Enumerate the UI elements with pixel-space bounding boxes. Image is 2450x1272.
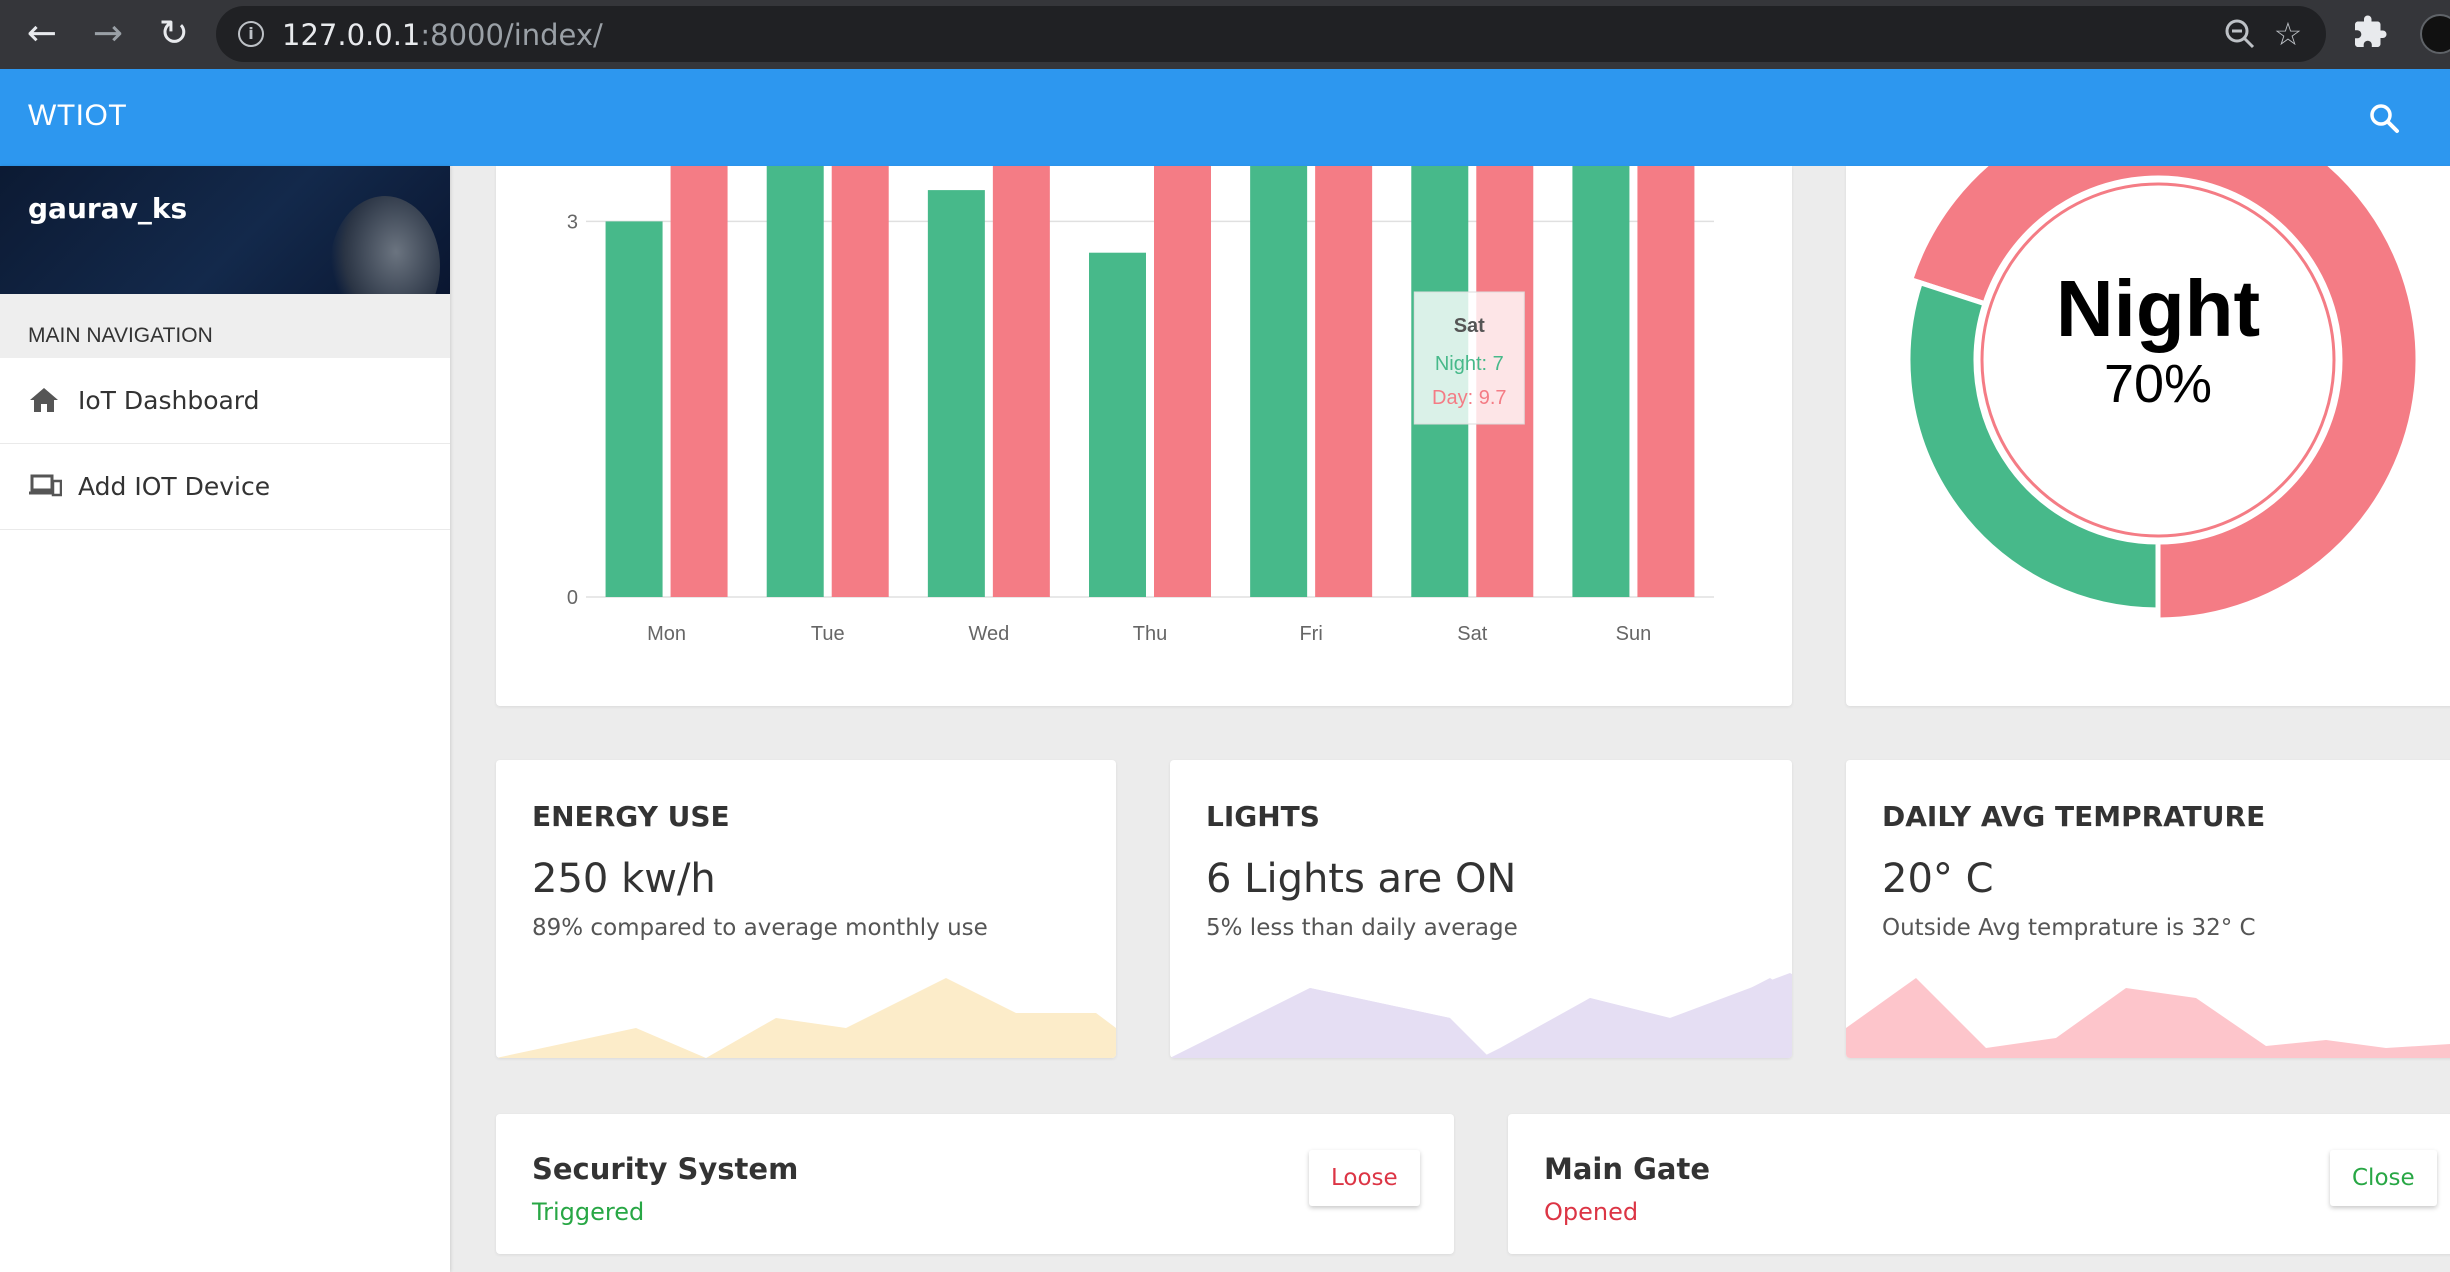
- info-icon[interactable]: i: [238, 21, 264, 47]
- sidebar-item-iot-dashboard[interactable]: IoT Dashboard: [0, 358, 450, 444]
- reload-icon[interactable]: ↻: [152, 12, 196, 56]
- x-tick-label: Tue: [811, 623, 845, 645]
- x-tick-label: Thu: [1133, 623, 1167, 645]
- control-title: Security System: [532, 1152, 799, 1186]
- x-tick-label: Mon: [647, 623, 686, 645]
- bar-night-thu[interactable]: [1089, 252, 1146, 597]
- nav-header: MAIN NAVIGATION: [0, 294, 450, 358]
- user-info-panel: gaurav_ks: [0, 166, 450, 294]
- extensions-icon[interactable]: [2350, 14, 2390, 54]
- user-name[interactable]: gaurav_ks: [28, 192, 187, 225]
- app-title[interactable]: WTIOT: [28, 99, 127, 133]
- energy-sparkline: [496, 978, 1116, 1058]
- bar-day-mon[interactable]: [670, 166, 728, 598]
- bar-day-fri[interactable]: [1315, 166, 1373, 597]
- stat-subtitle: 89% compared to average monthly use: [532, 915, 988, 941]
- stat-value: 250 kw/h: [532, 856, 716, 902]
- sidebar: gaurav_ks MAIN NAVIGATION IoT Dashboard …: [0, 166, 450, 1272]
- security-system-card: Security System Triggered Loose: [496, 1114, 1454, 1254]
- stat-title: ENERGY USE: [532, 800, 730, 833]
- chart-tooltip: Sat Night: 7 Day: 9.7: [1413, 291, 1525, 425]
- sidebar-item-add-iot-device[interactable]: Add IOT Device: [0, 444, 450, 530]
- doughnut-center-label: Night: [2056, 264, 2260, 353]
- bar-night-mon[interactable]: [605, 221, 663, 597]
- url-text: 127.0.0.1:8000/index/: [282, 18, 603, 52]
- x-tick-label: Sun: [1616, 623, 1652, 645]
- sidebar-item-label: Add IOT Device: [78, 472, 271, 501]
- star-icon[interactable]: ☆: [2270, 16, 2306, 52]
- tooltip-line: Day: 9.7: [1432, 387, 1506, 409]
- stat-value: 20° C: [1882, 856, 1994, 902]
- stat-title: LIGHTS: [1206, 800, 1320, 833]
- tooltip-line: Night: 7: [1435, 353, 1504, 375]
- bar-night-fri[interactable]: [1250, 166, 1308, 598]
- control-status: Triggered: [532, 1198, 645, 1226]
- day-night-bar-chart-card: 0369MonTueWedThuFriSatSunSatNight: 7Day:…: [496, 166, 1792, 706]
- devices-icon: [28, 472, 63, 500]
- doughnut-center-value: 70%: [2104, 354, 2212, 414]
- temperature-sparkline: [1846, 978, 2450, 1058]
- app-header: WTIOT: [0, 69, 2450, 166]
- lights-sparkline: [1170, 973, 1792, 1058]
- temperature-card: DAILY AVG TEMPRATURE 20° C Outside Avg t…: [1846, 760, 2450, 1058]
- zoom-icon[interactable]: [2222, 16, 2258, 52]
- forward-arrow-icon[interactable]: →: [86, 12, 130, 56]
- browser-toolbar: ← → ↻ i 127.0.0.1:8000/index/ ☆: [0, 0, 2450, 69]
- stat-value: 6 Lights are ON: [1206, 856, 1517, 902]
- profile-avatar[interactable]: [2420, 14, 2450, 54]
- bar-day-tue[interactable]: [831, 166, 889, 597]
- close-button[interactable]: Close: [2330, 1150, 2437, 1206]
- control-status: Opened: [1544, 1198, 1639, 1226]
- loose-button[interactable]: Loose: [1309, 1150, 1420, 1206]
- address-bar[interactable]: i 127.0.0.1:8000/index/ ☆: [216, 6, 2326, 62]
- x-tick-label: Fri: [1299, 623, 1322, 645]
- control-title: Main Gate: [1544, 1152, 1711, 1186]
- y-tick-label: 0: [567, 587, 578, 609]
- energy-use-card: ENERGY USE 250 kw/h 89% compared to aver…: [496, 760, 1116, 1058]
- back-arrow-icon[interactable]: ←: [20, 12, 64, 56]
- home-icon: [28, 386, 60, 414]
- bar-night-wed[interactable]: [927, 190, 985, 597]
- bar-day-sun[interactable]: [1637, 166, 1695, 598]
- day-night-bar-chart[interactable]: 0369MonTueWedThuFriSatSunSatNight: 7Day:…: [496, 166, 1792, 706]
- lights-card: LIGHTS 6 Lights are ON 5% less than dail…: [1170, 760, 1792, 1058]
- stat-subtitle: 5% less than daily average: [1206, 915, 1518, 941]
- user-background-image: [330, 196, 440, 294]
- bar-night-sun[interactable]: [1572, 166, 1630, 597]
- night-doughnut-chart[interactable]: Night70%: [1846, 166, 2450, 706]
- x-tick-label: Sat: [1457, 623, 1487, 645]
- y-tick-label: 3: [567, 211, 578, 233]
- sidebar-item-label: IoT Dashboard: [78, 386, 260, 415]
- stat-title: DAILY AVG TEMPRATURE: [1882, 800, 2266, 833]
- main-gate-card: Main Gate Opened Close: [1508, 1114, 2450, 1254]
- stat-subtitle: Outside Avg temprature is 32° C: [1882, 915, 2256, 941]
- bar-night-tue[interactable]: [766, 166, 824, 598]
- x-tick-label: Wed: [968, 623, 1009, 645]
- search-icon[interactable]: [2365, 99, 2405, 139]
- bar-day-wed[interactable]: [992, 166, 1050, 597]
- bar-day-thu[interactable]: [1154, 166, 1211, 597]
- night-doughnut-chart-card: Night 70%: [1846, 166, 2450, 706]
- tooltip-title: Sat: [1454, 315, 1485, 337]
